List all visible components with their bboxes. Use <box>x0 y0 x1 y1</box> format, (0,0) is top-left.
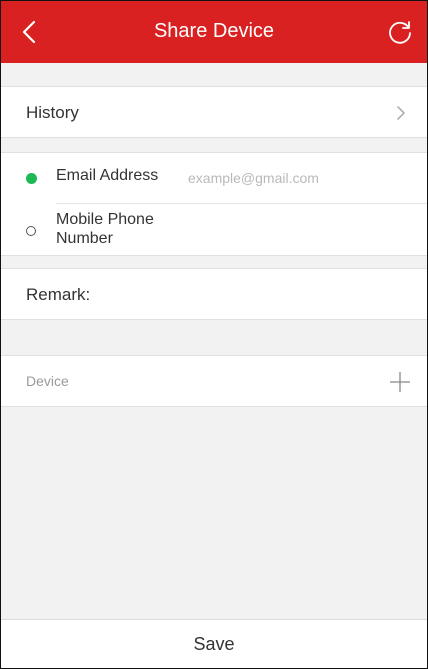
page-title: Share Device <box>153 20 275 42</box>
refresh-icon[interactable] <box>386 18 414 46</box>
phone-option[interactable]: Mobile Phone Number <box>0 204 428 256</box>
remark-label: Remark: <box>26 285 91 304</box>
history-row[interactable]: History <box>0 86 428 138</box>
remark-row[interactable]: Remark: <box>0 268 428 320</box>
radio-unselected-icon[interactable] <box>26 226 36 236</box>
header-bar: Share Device <box>0 0 428 63</box>
back-chevron-icon[interactable] <box>18 20 42 44</box>
device-label: Device <box>26 373 69 389</box>
save-button[interactable]: Save <box>0 619 428 669</box>
history-label: History <box>26 103 79 122</box>
chevron-right-icon <box>397 106 405 120</box>
plus-icon[interactable] <box>388 370 412 394</box>
save-label: Save <box>193 634 235 654</box>
device-row[interactable]: Device <box>0 355 428 407</box>
email-option-label: Email Address <box>56 167 159 184</box>
email-input[interactable] <box>188 167 408 189</box>
radio-selected-icon[interactable] <box>26 173 37 184</box>
email-option[interactable]: Email Address <box>0 153 428 203</box>
contact-method-group: Email Address Mobile Phone Number <box>0 152 428 256</box>
phone-option-label: Mobile Phone Number <box>56 211 154 247</box>
